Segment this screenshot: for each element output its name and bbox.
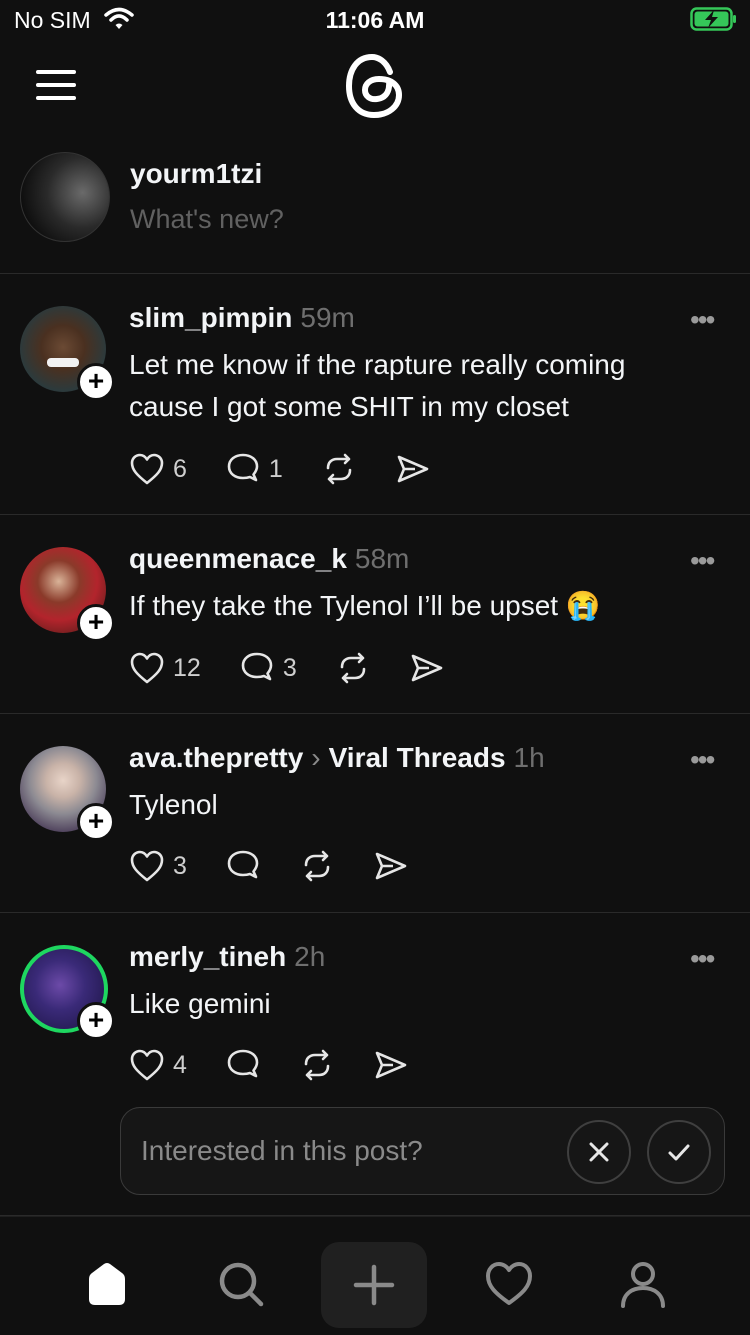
reply-button[interactable]: 3 bbox=[239, 651, 297, 685]
clock: 11:06 AM bbox=[325, 7, 425, 33]
check-icon bbox=[668, 1144, 690, 1161]
more-icon[interactable]: ••• bbox=[690, 744, 715, 776]
interest-prompt: Interested in this post? bbox=[120, 1107, 725, 1195]
repost-icon bbox=[299, 1048, 335, 1082]
post-actions: 6 1 bbox=[129, 449, 469, 489]
feed-post[interactable]: + ava.thepretty › Viral Threads 1h ••• Tyle… bbox=[0, 714, 750, 913]
post-text: Tylenol bbox=[129, 789, 218, 820]
home-icon[interactable] bbox=[84, 1261, 130, 1312]
share-icon bbox=[409, 651, 445, 685]
reply-button[interactable] bbox=[225, 849, 261, 883]
post-username[interactable]: slim_pimpin bbox=[129, 302, 292, 333]
share-button[interactable] bbox=[373, 1048, 409, 1082]
post-time: 1h bbox=[513, 742, 545, 773]
chevron-right-icon: › bbox=[311, 742, 321, 773]
status-bar: No SIM 11:06 AM bbox=[0, 0, 750, 42]
heart-icon bbox=[129, 452, 165, 486]
post-time: 59m bbox=[300, 302, 355, 333]
composer-username: yourm1tzi bbox=[130, 158, 263, 189]
post-username[interactable]: merly_tineh bbox=[129, 941, 286, 972]
heart-icon bbox=[129, 651, 165, 685]
like-button[interactable]: 6 bbox=[129, 452, 187, 486]
like-button[interactable]: 3 bbox=[129, 849, 187, 883]
repost-icon bbox=[335, 651, 371, 685]
share-icon bbox=[373, 1048, 409, 1082]
close-icon bbox=[589, 1142, 609, 1162]
reply-count: 1 bbox=[268, 454, 283, 483]
repost-button[interactable] bbox=[299, 849, 335, 883]
plus-icon bbox=[353, 1264, 395, 1306]
like-count: 4 bbox=[173, 1050, 187, 1079]
post-text: Let me know if the rapture really coming… bbox=[129, 349, 626, 422]
follow-plus-icon[interactable]: + bbox=[77, 1002, 115, 1040]
profile-icon[interactable] bbox=[620, 1261, 666, 1314]
post-actions: 4 bbox=[129, 1045, 447, 1085]
new-thread-button[interactable] bbox=[321, 1242, 427, 1328]
like-count: 6 bbox=[173, 454, 187, 483]
follow-plus-icon[interactable]: + bbox=[77, 803, 115, 841]
search-icon[interactable] bbox=[218, 1261, 264, 1312]
new-post-composer[interactable]: yourm1tzi What's new? bbox=[0, 140, 750, 274]
like-button[interactable]: 12 bbox=[129, 651, 201, 685]
more-icon[interactable]: ••• bbox=[690, 304, 715, 336]
share-button[interactable] bbox=[373, 849, 409, 883]
repost-icon bbox=[299, 849, 335, 883]
interest-label: Interested in this post? bbox=[141, 1135, 423, 1166]
comment-icon bbox=[239, 651, 275, 685]
comment-icon bbox=[225, 1048, 261, 1082]
post-text: If they take the Tylenol I’ll be upset 😭 bbox=[129, 590, 601, 621]
menu-icon[interactable] bbox=[36, 70, 76, 100]
share-icon bbox=[373, 849, 409, 883]
repost-icon bbox=[321, 452, 357, 486]
activity-icon[interactable] bbox=[485, 1261, 533, 1312]
post-time: 2h bbox=[294, 941, 326, 972]
follow-plus-icon[interactable]: + bbox=[77, 363, 115, 401]
bottom-nav bbox=[0, 1216, 750, 1335]
share-icon bbox=[395, 452, 431, 486]
reply-button[interactable]: 1 bbox=[225, 452, 283, 486]
share-button[interactable] bbox=[395, 452, 431, 486]
post-actions: 12 3 bbox=[129, 648, 483, 688]
comment-icon bbox=[225, 452, 261, 486]
like-count: 3 bbox=[173, 851, 187, 880]
more-icon[interactable]: ••• bbox=[690, 545, 715, 577]
comment-icon bbox=[225, 849, 261, 883]
avatar[interactable] bbox=[20, 152, 110, 242]
post-header: queenmenace_k 58m bbox=[129, 543, 409, 575]
not-interested-button[interactable] bbox=[567, 1120, 631, 1184]
post-username[interactable]: queenmenace_k bbox=[129, 543, 347, 574]
repost-button[interactable] bbox=[321, 452, 357, 486]
follow-plus-icon[interactable]: + bbox=[77, 604, 115, 642]
threads-logo-icon[interactable] bbox=[343, 52, 407, 125]
interested-button[interactable] bbox=[647, 1120, 711, 1184]
reply-button[interactable] bbox=[225, 1048, 261, 1082]
post-text: Like gemini bbox=[129, 988, 271, 1019]
composer-placeholder[interactable]: What's new? bbox=[130, 204, 284, 235]
reply-count: 3 bbox=[282, 653, 297, 682]
heart-icon bbox=[129, 849, 165, 883]
post-header: merly_tineh 2h bbox=[129, 941, 325, 973]
feed-post[interactable]: + slim_pimpin 59m ••• Let me know if the … bbox=[0, 274, 750, 515]
repost-button[interactable] bbox=[299, 1048, 335, 1082]
like-button[interactable]: 4 bbox=[129, 1048, 187, 1082]
share-button[interactable] bbox=[409, 651, 445, 685]
feed-post[interactable]: + queenmenace_k 58m ••• If they take the … bbox=[0, 515, 750, 714]
post-username[interactable]: ava.thepretty bbox=[129, 742, 303, 773]
repost-button[interactable] bbox=[335, 651, 371, 685]
post-header: slim_pimpin 59m bbox=[129, 302, 355, 334]
post-time: 58m bbox=[354, 543, 410, 574]
like-count: 12 bbox=[173, 653, 201, 682]
post-actions: 3 bbox=[129, 846, 447, 886]
heart-icon bbox=[129, 1048, 165, 1082]
post-topic[interactable]: Viral Threads bbox=[329, 742, 506, 773]
post-header: ava.thepretty › Viral Threads 1h bbox=[129, 742, 545, 774]
battery-charging-icon bbox=[690, 6, 738, 37]
more-icon[interactable]: ••• bbox=[690, 943, 715, 975]
